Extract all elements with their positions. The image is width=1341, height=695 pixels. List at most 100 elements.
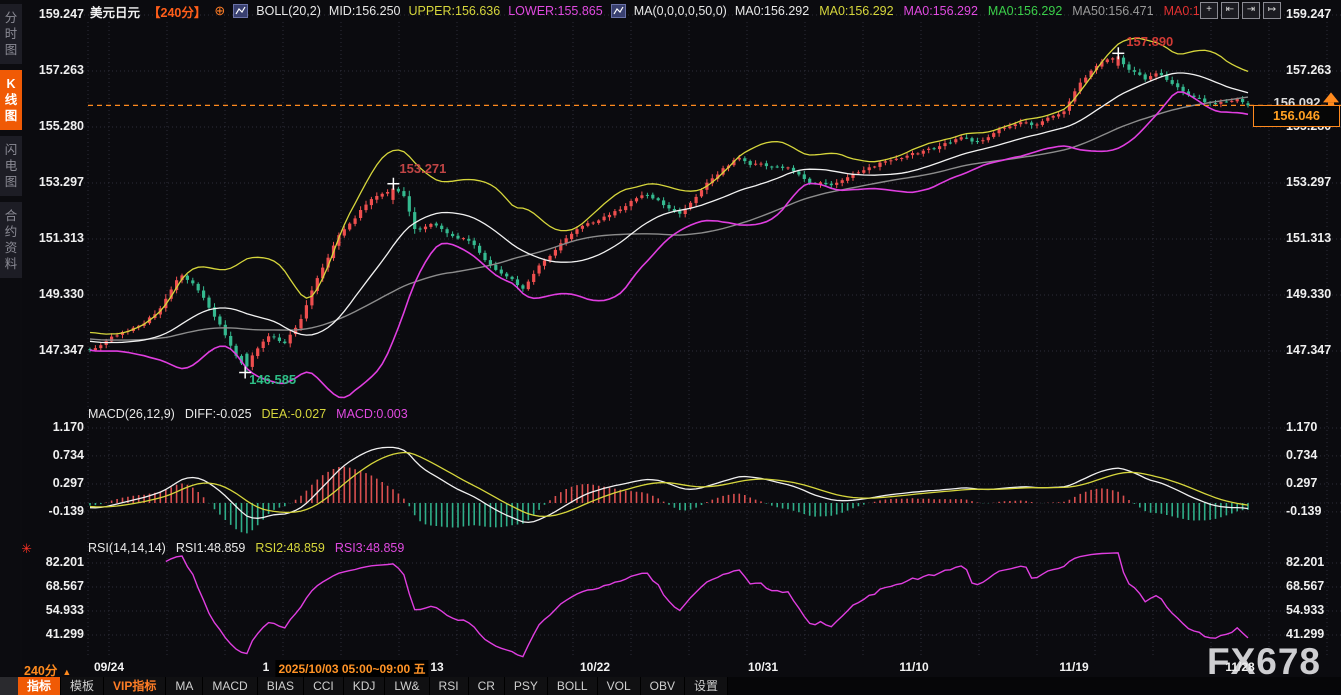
rsi-axis-label: 82.201 <box>14 555 84 570</box>
toolbar-item-RSI[interactable]: RSI <box>430 677 469 695</box>
time-axis-label: 1 <box>263 660 270 674</box>
toolbar-item-BOLL[interactable]: BOLL <box>548 677 598 695</box>
ma-value: MA0:156.292 <box>819 4 893 18</box>
boll-lower-value: LOWER:155.865 <box>508 4 603 18</box>
rsi-axis-label: 82.201 <box>1286 555 1341 570</box>
price-annotation: 157.890 <box>1126 34 1173 49</box>
rsi-axis-label: 54.933 <box>1286 603 1341 618</box>
toolbar-item-MACD[interactable]: MACD <box>203 677 257 695</box>
ma-values: MA0:156.292 MA0:156.292 MA0:156.292 MA0:156… <box>735 4 1200 18</box>
sidebar-tab-4[interactable]: 合约资料 <box>0 202 22 278</box>
time-axis-label: 11/28 <box>1225 660 1254 674</box>
rsi-axis-label: 68.567 <box>1286 579 1341 594</box>
toolbar-item-BIAS[interactable]: BIAS <box>258 677 304 695</box>
ma-value: MA0:156.292 <box>904 4 978 18</box>
macd-axis-label: 0.734 <box>1286 448 1341 463</box>
chart-canvas[interactable] <box>0 0 1341 695</box>
rsi-axis-label: 41.299 <box>14 627 84 642</box>
macd-hist-negative <box>90 503 1248 533</box>
toolbar-item-MA[interactable]: MA <box>166 677 203 695</box>
chart-window-controls: +⇤⇥↦ <box>1200 2 1281 19</box>
grid <box>60 15 1341 657</box>
toolbar-item-模板[interactable]: 模板 <box>61 677 104 695</box>
ma-value: MA0:156.292 <box>988 4 1062 18</box>
ma-value: MA0:156.292 <box>735 4 809 18</box>
rsi3-value: RSI3:48.859 <box>335 541 405 555</box>
toolbar-item-VOL[interactable]: VOL <box>598 677 641 695</box>
time-axis-label: 11/10 <box>899 660 928 674</box>
price-axis-label: 149.330 <box>14 287 84 302</box>
main-price-pane <box>88 38 1341 397</box>
rsi-pane <box>166 553 1248 657</box>
compress-left-icon[interactable]: ⇤ <box>1221 2 1239 19</box>
last-price-tag: 156.046 <box>1253 105 1340 127</box>
rsi-panel-title: RSI(14,14,14) RSI1:48.859 RSI2:48.859 RS… <box>88 541 404 555</box>
boll-indicator-icon[interactable] <box>233 4 248 18</box>
price-axis-label: 153.297 <box>1286 175 1341 190</box>
interval-label[interactable]: 【240分】 <box>148 2 206 21</box>
pan-icon[interactable]: + <box>1200 2 1218 19</box>
macd-axis-label: 1.170 <box>1286 420 1341 435</box>
macd-axis-label: -0.139 <box>14 504 84 519</box>
ma-value: MA50:156.471 <box>1072 4 1153 18</box>
macd-axis-label: 0.297 <box>1286 476 1341 491</box>
macd-axis-label: -0.139 <box>1286 504 1341 519</box>
macd-hist-value: MACD:0.003 <box>336 407 408 421</box>
toolbar-item-设置[interactable]: 设置 <box>685 677 728 695</box>
chart-header: 美元日元 【240分】 ⊕ BOLL(20,2) MID:156.250 UPP… <box>90 0 1200 22</box>
rsi2-value: RSI2:48.859 <box>255 541 325 555</box>
sidebar-tab-3[interactable]: 闪电图 <box>0 136 22 196</box>
toolbar-item-CR[interactable]: CR <box>469 677 505 695</box>
session-tooltip-label: 2025/10/03 05:00~09:00 五 <box>275 660 428 677</box>
price-axis-label: 151.313 <box>14 231 84 246</box>
price-axis-label: 157.263 <box>1286 63 1341 78</box>
time-axis-label: 09/24 <box>94 660 124 674</box>
interval-arrow-icon: ▲ <box>62 667 71 677</box>
price-axis-label: 159.247 <box>1286 7 1341 22</box>
shift-right-icon[interactable]: ↦ <box>1263 2 1281 19</box>
indicator-toolbar: 指标模板VIP指标MAMACDBIASCCIKDJLW&RSICRPSYBOLL… <box>0 677 1341 695</box>
ma50-line <box>90 97 1248 340</box>
price-annotation: 153.271 <box>399 161 446 176</box>
time-axis-label: 10/22 <box>580 660 610 674</box>
boll-upper-value: UPPER:156.636 <box>408 4 500 18</box>
price-axis-label: 147.347 <box>14 343 84 358</box>
macd-dea-value: DEA:-0.027 <box>262 407 327 421</box>
toolbar-item-指标[interactable]: 指标 <box>18 677 61 695</box>
price-axis-label: 159.247 <box>14 7 84 22</box>
macd-pane <box>90 447 1248 533</box>
boll-upper-line <box>90 38 1248 334</box>
ma-indicator-icon[interactable] <box>611 4 626 18</box>
boll-label: BOLL(20,2) <box>256 4 321 18</box>
interval-text: 240分 <box>24 664 57 678</box>
macd-diff-value: DIFF:-0.025 <box>185 407 252 421</box>
toolbar-item-OBV[interactable]: OBV <box>641 677 685 695</box>
time-axis-label: 11/19 <box>1059 660 1088 674</box>
price-axis-label: 149.330 <box>1286 287 1341 302</box>
toolbar-item-VIP指标[interactable]: VIP指标 <box>104 677 166 695</box>
rsi-title: RSI(14,14,14) <box>88 541 166 555</box>
toolbar-corner <box>0 677 18 695</box>
ma-params-label: MA(0,0,0,0,50,0) <box>634 4 727 18</box>
time-axis-label: 10/31 <box>748 660 778 674</box>
toolbar-item-CCI[interactable]: CCI <box>304 677 344 695</box>
rsi-axis-label: 41.299 <box>1286 627 1341 642</box>
alarm-icon[interactable]: ✳ <box>21 541 32 557</box>
rsi1-value: RSI1:48.859 <box>176 541 246 555</box>
macd-panel-title: MACD(26,12,9) DIFF:-0.025 DEA:-0.027 MAC… <box>88 407 408 421</box>
price-axis-label: 155.280 <box>14 119 84 134</box>
toolbar-item-KDJ[interactable]: KDJ <box>344 677 386 695</box>
compress-right-icon[interactable]: ⇥ <box>1242 2 1260 19</box>
rsi-axis-label: 68.567 <box>14 579 84 594</box>
rsi-line <box>166 553 1248 657</box>
sidebar-tab-1[interactable]: 分时图 <box>0 4 22 64</box>
time-axis: 09/24 1 2025/10/03 05:00~09:00 五13 10/22 10/… <box>0 658 1341 677</box>
toolbar-item-PSY[interactable]: PSY <box>505 677 548 695</box>
sidebar-tab-2[interactable]: K线图 <box>0 70 22 130</box>
macd-axis-label: 1.170 <box>14 420 84 435</box>
toolbar-item-LW&[interactable]: LW& <box>385 677 429 695</box>
price-axis-label: 147.347 <box>1286 343 1341 358</box>
add-indicator-icon[interactable]: ⊕ <box>214 3 225 19</box>
sidebar: 分时图 K线图闪电图合约资料 <box>0 0 22 676</box>
time-axis-label: 13 <box>430 660 443 674</box>
